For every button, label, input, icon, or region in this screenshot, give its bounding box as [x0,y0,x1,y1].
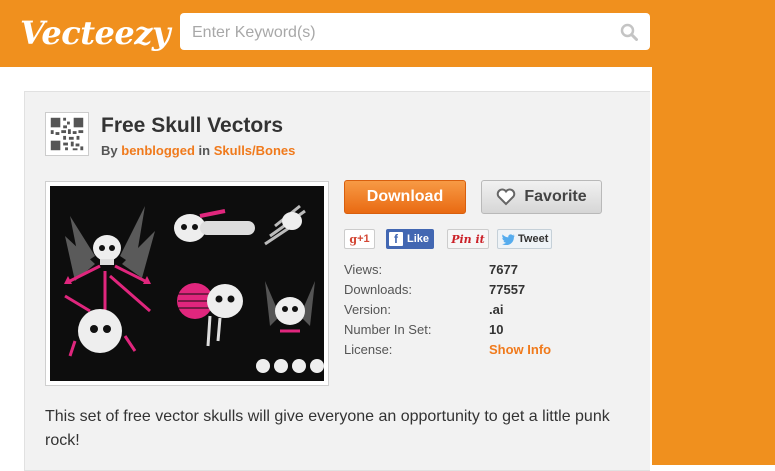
heart-icon [497,188,516,206]
twitter-bird-icon [502,233,515,245]
meta-row-downloads: Downloads: 77557 [344,282,644,302]
search-box[interactable] [180,13,650,50]
gplus-g: g [349,232,358,246]
preview-frame [45,181,329,386]
show-info-link[interactable]: Show Info [489,342,551,357]
page-title: Free Skull Vectors [101,114,284,137]
views-value: 7677 [489,262,518,277]
license-label: License: [344,342,393,357]
tweet-button[interactable]: Tweet [497,229,552,249]
byline: By benblogged in Skulls/Bones [101,143,295,158]
tweet-label: Tweet [518,233,549,245]
top-header: Vecteezy [0,0,775,67]
gplus-label: +1 [357,233,370,245]
item-details: Views: 7677 Downloads: 77557 Version: .a… [344,262,644,362]
facebook-like-button[interactable]: f Like [386,229,434,249]
right-orange-panel [652,0,775,465]
favorite-label: Favorite [524,188,587,205]
search-input[interactable] [190,21,614,45]
facebook-icon: f [389,232,403,246]
item-description: This set of free vector skulls will give… [45,408,610,449]
google-plus-button[interactable]: g +1 [344,229,375,249]
meta-row-license: License: Show Info [344,342,644,362]
qr-code-icon [45,112,89,156]
number-in-set-value: 10 [489,322,504,337]
meta-row-views: Views: 7677 [344,262,644,282]
author-link[interactable]: benblogged [121,143,195,158]
by-prefix: By [101,143,118,158]
vecteezy-logo[interactable]: Vecteezy [20,14,171,52]
downloads-value: 77557 [489,282,526,297]
download-button[interactable]: Download [344,180,466,214]
preview-image[interactable] [50,186,324,381]
in-word: in [198,143,211,158]
views-label: Views: [344,262,383,277]
item-card: Free Skull Vectors By benblogged in Skul… [24,91,650,471]
downloads-label: Downloads: [344,282,412,297]
meta-row-number-in-set: Number In Set: 10 [344,322,644,342]
favorite-button[interactable]: Favorite [481,180,602,214]
version-label: Version: [344,302,391,317]
search-icon[interactable] [620,23,638,41]
like-label: Like [407,233,430,245]
main-content: Free Skull Vectors By benblogged in Skul… [0,67,652,471]
meta-row-version: Version: .ai [344,302,644,322]
version-value: .ai [489,302,504,317]
pinterest-button[interactable]: Pin it [447,229,489,249]
number-in-set-label: Number In Set: [344,322,432,337]
category-link[interactable]: Skulls/Bones [214,143,296,158]
